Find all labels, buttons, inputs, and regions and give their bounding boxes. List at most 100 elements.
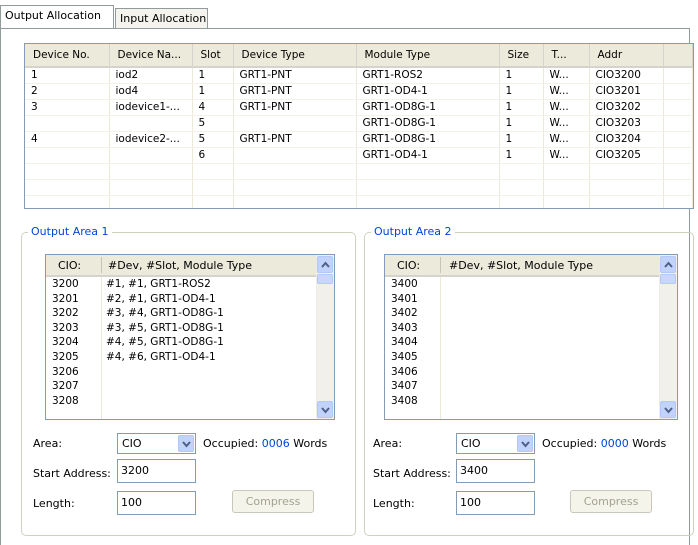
area-2-select[interactable]: CIO [456, 433, 535, 454]
list-item-cio: 3201 [52, 292, 79, 305]
list-rows: 3200 #1, #1, GRT1-ROS2 3201 #2, #1, GRT1-O… [46, 277, 317, 408]
scroll-up-button[interactable] [660, 256, 676, 273]
table-row[interactable]: 6 GRT1-OD4-1 1 W... CIO3205 [25, 147, 693, 164]
list-header-module[interactable]: #Dev, #Slot, Module Type [449, 259, 593, 272]
list-item[interactable]: 3205 #4, #6, GRT1-OD4-1 [46, 350, 317, 365]
start-address-field[interactable] [117, 459, 196, 483]
output-area-1-list[interactable]: CIO: #Dev, #Slot, Module Type 3200 #1, #1… [45, 254, 335, 420]
scroll-down-button[interactable] [317, 401, 333, 418]
dropdown-button[interactable] [178, 435, 194, 452]
occupied-readout: Occupied: 0006 Words [203, 437, 327, 450]
column-header-device-type[interactable]: Device Type [233, 44, 357, 68]
cell-size: 1 [499, 83, 544, 100]
list-item[interactable]: 3204 #4, #5, GRT1-OD8G-1 [46, 335, 317, 350]
length-input[interactable] [121, 496, 191, 509]
output-area-2-list[interactable]: CIO: #Dev, #Slot, Module Type 3400 3401 … [384, 254, 678, 420]
cell-device-no: 4 [25, 131, 110, 148]
list-header: CIO: #Dev, #Slot, Module Type [46, 255, 317, 277]
header-separator [101, 257, 102, 273]
scroll-up-button[interactable] [317, 256, 333, 273]
list-item[interactable]: 3403 [385, 321, 660, 336]
list-item-cio: 3408 [391, 394, 418, 407]
start-address-input[interactable] [121, 464, 191, 477]
start-address-label: Start Address: [373, 467, 451, 480]
column-header-filler [663, 44, 693, 68]
list-header-module[interactable]: #Dev, #Slot, Module Type [108, 259, 252, 272]
chevron-down-icon [664, 407, 673, 414]
column-header-size[interactable]: Size [499, 44, 544, 68]
list-item-cio: 3200 [52, 278, 79, 290]
list-item[interactable]: 3201 #2, #1, GRT1-OD4-1 [46, 292, 317, 307]
occupied-unit: Words [632, 437, 667, 450]
tab-output-allocation[interactable]: Output Allocation [0, 5, 114, 28]
column-header-slot[interactable]: Slot [192, 44, 234, 68]
length-input[interactable] [460, 496, 530, 509]
table-row[interactable]: 2 iod4 1 GRT1-PNT GRT1-OD4-1 1 W... CIO3… [25, 83, 693, 100]
area-1-select[interactable]: CIO [117, 433, 196, 454]
scroll-thumb[interactable] [317, 274, 333, 284]
start-address-input[interactable] [460, 464, 530, 477]
list-item[interactable]: 3401 [385, 292, 660, 307]
occupied-readout: Occupied: 0000 Words [542, 437, 666, 450]
area-select-value: CIO [122, 437, 142, 450]
scroll-down-button[interactable] [660, 401, 676, 418]
list-item[interactable]: 3207 [46, 379, 317, 394]
tab-input-allocation[interactable]: Input Allocation [115, 8, 208, 28]
list-header-cio[interactable]: CIO: [58, 259, 81, 272]
column-header-type[interactable]: T... [543, 44, 590, 68]
compress-button[interactable]: Compress [570, 490, 652, 513]
scroll-thumb[interactable] [660, 274, 676, 284]
occupied-unit: Words [293, 437, 328, 450]
compress-button[interactable]: Compress [232, 490, 314, 513]
list-item[interactable]: 3206 [46, 365, 317, 380]
list-item-cio: 3204 [52, 336, 79, 349]
cell-device-no: 3 [25, 99, 110, 116]
cell-device-no: 2 [25, 83, 110, 100]
column-header-module-type[interactable]: Module Type [356, 44, 500, 68]
cell-type: W... [543, 67, 590, 84]
table-row[interactable]: 5 GRT1-OD8G-1 1 W... CIO3203 [25, 115, 693, 132]
cell-filler [663, 99, 693, 116]
column-header-device-no[interactable]: Device No. [25, 44, 110, 68]
cell-device-type: GRT1-PNT [233, 67, 357, 84]
column-header-device-name[interactable]: Device Na... [109, 44, 193, 68]
occupied-value: 0000 [600, 437, 629, 450]
table-row[interactable]: 1 iod2 1 GRT1-PNT GRT1-ROS2 1 W... CIO32… [25, 67, 693, 84]
cell-device-name [109, 115, 193, 132]
vertical-scrollbar[interactable] [659, 255, 677, 419]
list-item[interactable]: 3402 [385, 306, 660, 321]
cell-size: 1 [499, 131, 544, 148]
cell-filler [663, 147, 693, 164]
list-item[interactable]: 3202 #3, #4, GRT1-OD8G-1 [46, 306, 317, 321]
list-item[interactable]: 3405 [385, 350, 660, 365]
start-address-field[interactable] [456, 459, 535, 483]
vertical-scrollbar[interactable] [316, 255, 334, 419]
cell-type: W... [543, 131, 590, 148]
list-item-cio: 3402 [391, 307, 418, 320]
cell-device-type: GRT1-PNT [233, 83, 357, 100]
cell-device-type: GRT1-PNT [233, 99, 357, 116]
list-item[interactable]: 3208 [46, 394, 317, 409]
list-item-cio: 3202 [52, 307, 79, 320]
cell-type: W... [543, 147, 590, 164]
length-field[interactable] [456, 491, 535, 515]
list-item[interactable]: 3406 [385, 365, 660, 380]
table-row-empty [25, 163, 693, 180]
cell-type: W... [543, 99, 590, 116]
list-item[interactable]: 3200 #1, #1, GRT1-ROS2 [46, 277, 317, 292]
length-field[interactable] [117, 491, 196, 515]
table-row[interactable]: 4 iodevice2-... 5 GRT1-PNT GRT1-OD8G-1 1… [25, 131, 693, 148]
table-row-empty [25, 195, 693, 208]
cell-slot: 5 [192, 115, 234, 132]
allocation-table[interactable]: Device No. Device Na... Slot Device Type… [24, 43, 694, 209]
list-item[interactable]: 3407 [385, 379, 660, 394]
cell-device-no [25, 115, 110, 132]
list-item[interactable]: 3400 [385, 277, 660, 292]
list-item[interactable]: 3203 #3, #5, GRT1-OD8G-1 [46, 321, 317, 336]
dropdown-button[interactable] [517, 435, 533, 452]
list-item[interactable]: 3408 [385, 394, 660, 409]
table-row[interactable]: 3 iodevice1-... 4 GRT1-PNT GRT1-OD8G-1 1… [25, 99, 693, 116]
column-header-addr[interactable]: Addr [589, 44, 664, 68]
list-header-cio[interactable]: CIO: [397, 259, 420, 272]
list-item[interactable]: 3404 [385, 335, 660, 350]
